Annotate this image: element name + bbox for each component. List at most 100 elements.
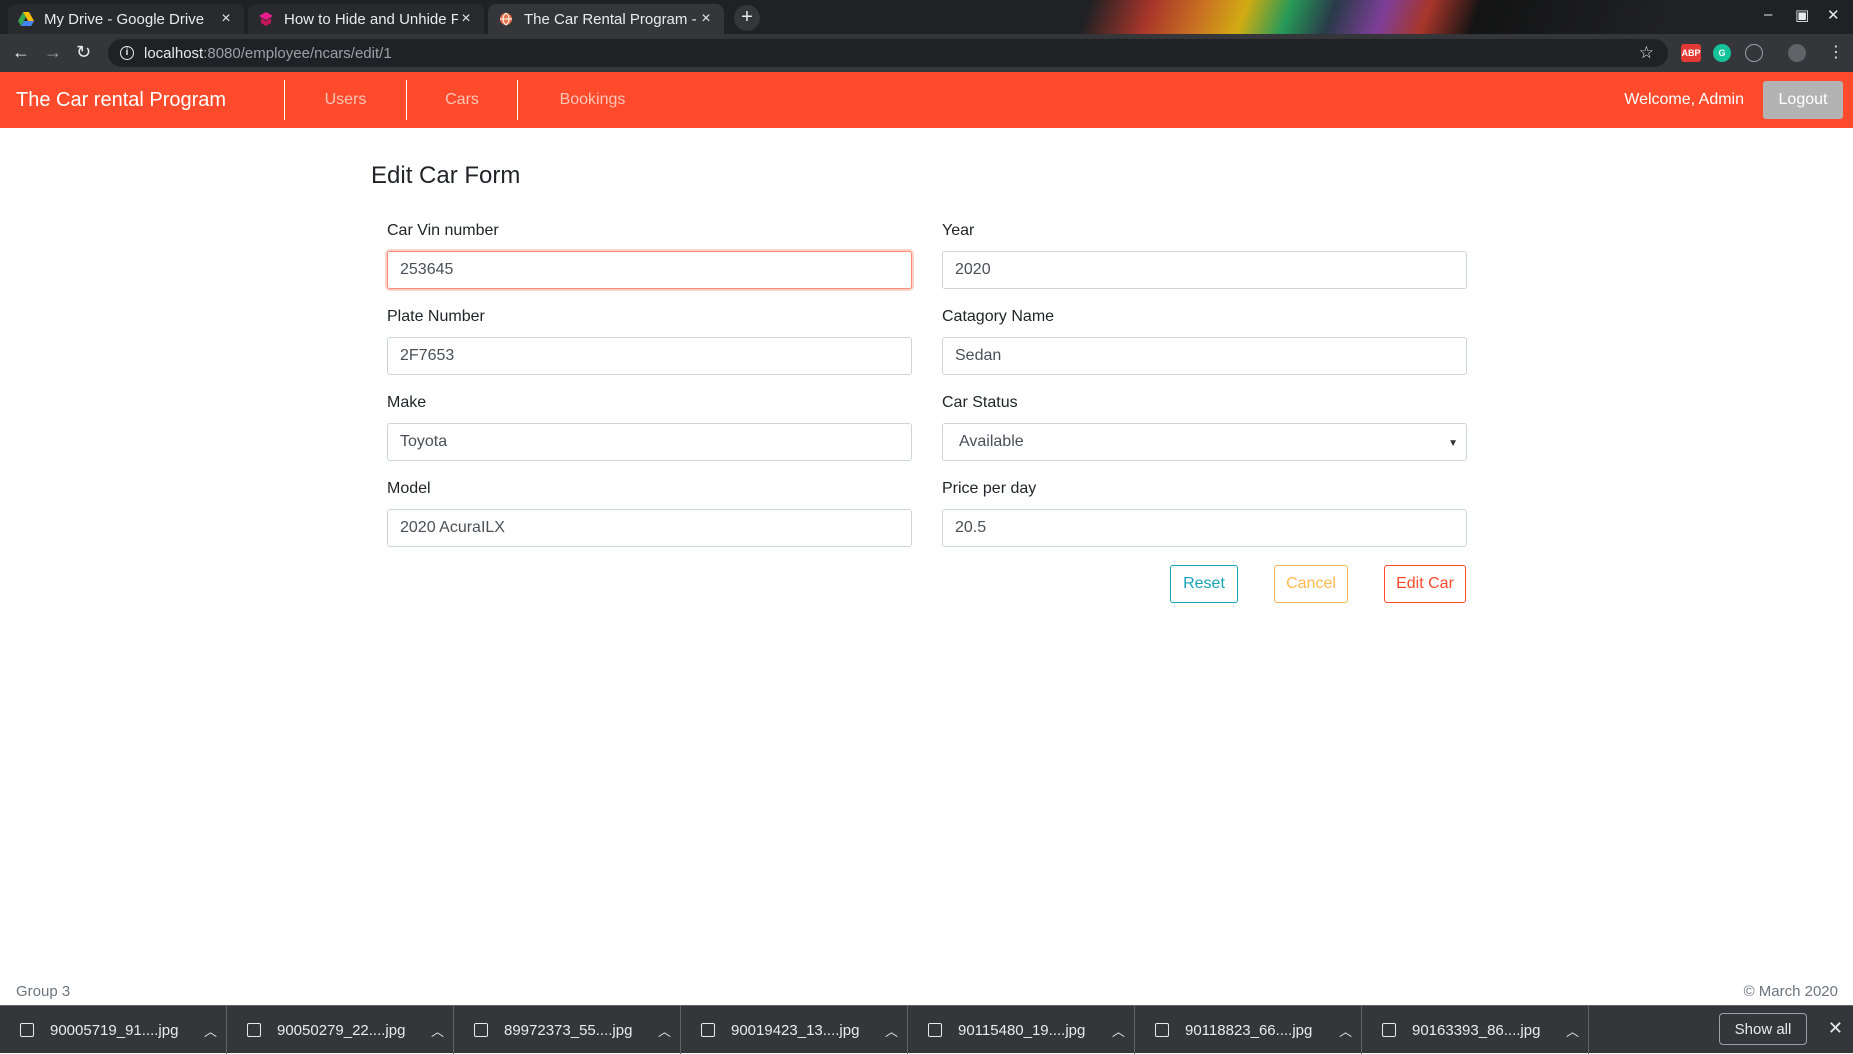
download-item[interactable]: 89972373_55....jpg ︿ bbox=[454, 1006, 681, 1054]
tab-hide-unhide-article[interactable]: How to Hide and Unhide F × bbox=[248, 4, 484, 34]
bookmark-star-icon[interactable]: ☆ bbox=[1639, 43, 1654, 63]
file-icon bbox=[701, 1023, 715, 1037]
url-host: localhost bbox=[144, 44, 204, 62]
download-item[interactable]: 90163393_86....jpg ︿ bbox=[1362, 1006, 1589, 1054]
browser-tab-strip: My Drive - Google Drive × How to Hide an… bbox=[0, 0, 1853, 34]
browser-menu-icon[interactable]: ⋮ bbox=[1828, 42, 1844, 62]
file-icon bbox=[20, 1023, 34, 1037]
model-input[interactable]: 2020 AcuraILX bbox=[387, 509, 912, 547]
adblock-extension-icon[interactable]: ABP bbox=[1681, 44, 1701, 62]
footer-copyright: © March 2020 bbox=[1743, 983, 1838, 1000]
tab-title: How to Hide and Unhide F bbox=[284, 10, 458, 28]
back-arrow-icon[interactable]: ← bbox=[12, 42, 30, 63]
tab-google-drive[interactable]: My Drive - Google Drive × bbox=[8, 4, 244, 34]
close-icon[interactable]: ✕ bbox=[1828, 1018, 1843, 1039]
tab-car-rental-program[interactable]: The Car Rental Program - × bbox=[488, 4, 724, 34]
cancel-button[interactable]: Cancel bbox=[1274, 565, 1348, 603]
reset-button[interactable]: Reset bbox=[1170, 565, 1238, 603]
chevron-up-icon[interactable]: ︿ bbox=[1339, 1021, 1361, 1040]
chevron-up-icon[interactable]: ︿ bbox=[658, 1021, 680, 1040]
make-input[interactable]: Toyota bbox=[387, 423, 912, 461]
brand-title[interactable]: The Car rental Program bbox=[0, 89, 284, 112]
price-per-day-input[interactable]: 20.5 bbox=[942, 509, 1467, 547]
forward-arrow-icon[interactable]: → bbox=[44, 42, 62, 63]
minimize-icon[interactable]: – bbox=[1764, 6, 1772, 23]
download-filename: 90118823_66....jpg bbox=[1185, 1021, 1313, 1039]
model-label: Model bbox=[387, 480, 431, 497]
plate-number-input[interactable]: 2F7653 bbox=[387, 337, 912, 375]
file-icon bbox=[1155, 1023, 1169, 1037]
chevron-up-icon[interactable]: ︿ bbox=[885, 1021, 907, 1040]
download-filename: 89972373_55....jpg bbox=[504, 1021, 633, 1039]
download-filename: 90019423_13....jpg bbox=[731, 1021, 860, 1039]
download-item[interactable]: 90118823_66....jpg ︿ bbox=[1135, 1006, 1362, 1054]
window-wallpaper-decoration bbox=[1040, 0, 1660, 34]
download-filename: 90050279_22....jpg bbox=[277, 1021, 406, 1039]
chevron-up-icon[interactable]: ︿ bbox=[204, 1021, 226, 1040]
nav-users[interactable]: Users bbox=[284, 80, 406, 120]
globe-icon bbox=[498, 11, 514, 27]
vin-input[interactable]: 253645 bbox=[387, 251, 912, 289]
download-item[interactable]: 90019423_13....jpg ︿ bbox=[681, 1006, 908, 1054]
file-icon bbox=[247, 1023, 261, 1037]
profile-avatar-icon[interactable] bbox=[1788, 44, 1806, 62]
close-icon[interactable]: × bbox=[458, 10, 474, 28]
close-icon[interactable]: × bbox=[218, 10, 234, 28]
category-name-value: Sedan bbox=[955, 347, 1002, 364]
file-icon bbox=[928, 1023, 942, 1037]
model-value: 2020 AcuraILX bbox=[400, 519, 505, 536]
category-name-input[interactable]: Sedan bbox=[942, 337, 1467, 375]
nav-cars[interactable]: Cars bbox=[406, 80, 517, 120]
tab-title: The Car Rental Program - bbox=[524, 10, 697, 28]
year-value: 2020 bbox=[955, 261, 991, 278]
page-title: Edit Car Form bbox=[371, 162, 521, 189]
file-icon bbox=[474, 1023, 488, 1037]
welcome-text: Welcome, Admin bbox=[1624, 91, 1744, 108]
site-info-icon[interactable]: i bbox=[120, 46, 134, 60]
download-filename: 90163393_86....jpg bbox=[1412, 1021, 1541, 1039]
close-window-icon[interactable]: ✕ bbox=[1827, 6, 1840, 24]
new-tab-button[interactable]: + bbox=[734, 5, 760, 31]
make-value: Toyota bbox=[400, 433, 448, 450]
download-filename: 90115480_19....jpg bbox=[958, 1021, 1086, 1039]
year-input[interactable]: 2020 bbox=[942, 251, 1467, 289]
car-status-label: Car Status bbox=[942, 394, 1018, 411]
chevron-up-icon[interactable]: ︿ bbox=[1566, 1021, 1588, 1040]
close-icon[interactable]: × bbox=[698, 10, 714, 28]
download-shelf: 90005719_91....jpg ︿ 90050279_22....jpg ︿ … bbox=[0, 1005, 1853, 1054]
url-path: :8080/employee/ncars/edit/1 bbox=[203, 44, 392, 62]
price-per-day-label: Price per day bbox=[942, 480, 1037, 497]
footer-group: Group 3 bbox=[16, 983, 71, 1000]
make-label: Make bbox=[387, 394, 427, 411]
car-status-value: Available bbox=[959, 433, 1024, 450]
show-all-downloads-button[interactable]: Show all bbox=[1719, 1013, 1807, 1045]
download-item[interactable]: 90005719_91....jpg ︿ bbox=[0, 1006, 227, 1054]
logout-button[interactable]: Logout bbox=[1763, 81, 1843, 119]
article-icon bbox=[258, 11, 274, 27]
google-drive-icon bbox=[18, 11, 34, 27]
chevron-up-icon[interactable]: ︿ bbox=[431, 1021, 453, 1040]
edit-car-button[interactable]: Edit Car bbox=[1384, 565, 1466, 603]
year-label: Year bbox=[942, 222, 975, 239]
download-filename: 90005719_91....jpg bbox=[50, 1021, 179, 1039]
tab-title: My Drive - Google Drive bbox=[44, 10, 205, 28]
vin-value: 253645 bbox=[400, 261, 454, 278]
extension-icon[interactable] bbox=[1745, 44, 1763, 62]
reload-icon[interactable]: ↻ bbox=[76, 42, 91, 63]
download-item[interactable]: 90050279_22....jpg ︿ bbox=[227, 1006, 454, 1054]
address-bar[interactable]: i localhost:8080/employee/ncars/edit/1 ☆ bbox=[108, 39, 1668, 67]
vin-label: Car Vin number bbox=[387, 222, 499, 239]
category-name-label: Catagory Name bbox=[942, 308, 1055, 325]
app-navbar: The Car rental Program Users Cars Bookin… bbox=[0, 72, 1853, 128]
nav-bookings[interactable]: Bookings bbox=[517, 80, 667, 120]
maximize-icon[interactable]: ▣ bbox=[1795, 6, 1809, 24]
car-status-select[interactable]: Available ▼ bbox=[942, 423, 1467, 461]
plate-number-label: Plate Number bbox=[387, 308, 485, 325]
grammarly-extension-icon[interactable]: G bbox=[1713, 44, 1731, 62]
plate-number-value: 2F7653 bbox=[400, 347, 455, 364]
browser-toolbar: ← → ↻ i localhost:8080/employee/ncars/ed… bbox=[0, 34, 1853, 72]
chevron-up-icon[interactable]: ︿ bbox=[1112, 1021, 1134, 1040]
price-per-day-value: 20.5 bbox=[955, 519, 987, 536]
dropdown-arrow-icon: ▼ bbox=[1448, 438, 1458, 449]
download-item[interactable]: 90115480_19....jpg ︿ bbox=[908, 1006, 1135, 1054]
